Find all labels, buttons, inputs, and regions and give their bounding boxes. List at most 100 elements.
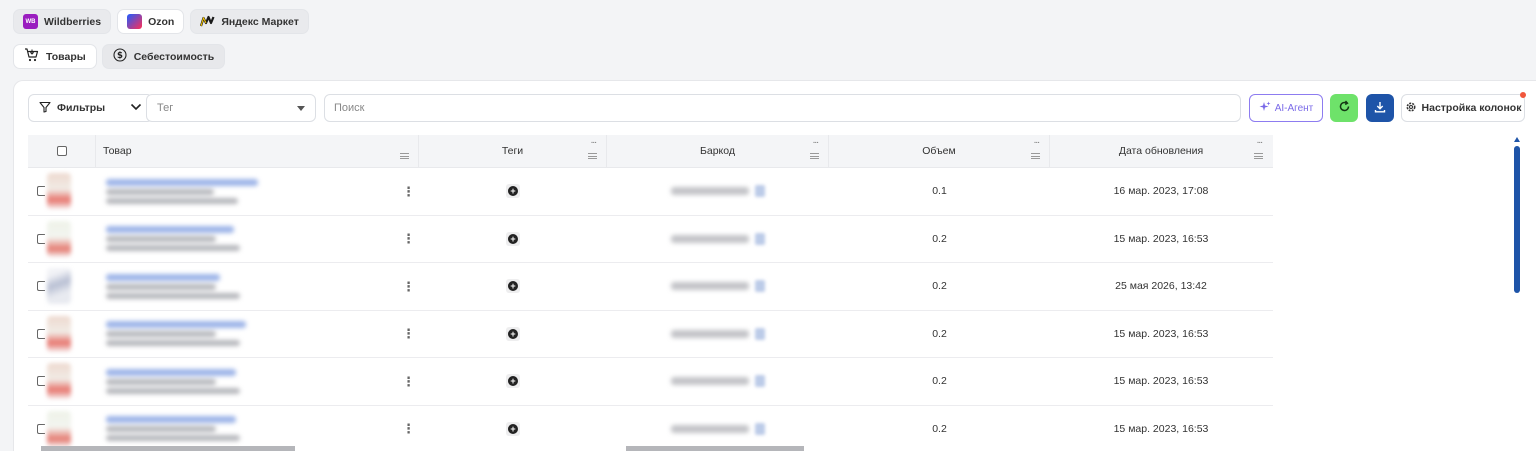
product-thumbnail[interactable] [47, 268, 71, 305]
volume-cell: 0.2 [932, 327, 947, 340]
column-header-tags[interactable]: Теги ... [419, 135, 607, 167]
copy-icon[interactable] [755, 375, 765, 388]
download-button[interactable] [1366, 94, 1394, 122]
column-menu-icon[interactable] [588, 153, 597, 159]
section-switcher: Товары $ Себестоимость [13, 44, 226, 69]
column-header-label: Баркод [699, 145, 736, 157]
tag-select[interactable]: Тег [146, 94, 316, 122]
column-header-updated[interactable]: Дата обновления ... [1050, 135, 1272, 167]
product-thumbnail[interactable] [47, 315, 71, 352]
row-menu-icon[interactable]: ⋮ [402, 185, 415, 198]
row-checkbox[interactable] [37, 186, 45, 197]
add-tag-button[interactable]: + [506, 421, 520, 436]
product-cell: ⋮ [96, 311, 419, 358]
column-header-product[interactable]: Товар [96, 135, 419, 167]
column-menu-icon[interactable] [810, 153, 819, 159]
copy-icon[interactable] [755, 232, 765, 245]
marketplace-label: Яндекс Маркет [221, 15, 299, 28]
search-input[interactable] [324, 94, 1241, 122]
product-info-blurred[interactable] [106, 226, 240, 252]
updated-cell: 15 мар. 2023, 16:53 [1113, 327, 1209, 340]
toolbar: Фильтры Тег AI-Агент [14, 81, 1536, 133]
table-row[interactable]: ⋮ + 0.2 15 мар. 2023, 16:53 [28, 405, 1273, 451]
copy-icon[interactable] [755, 327, 765, 340]
row-menu-icon[interactable]: ⋮ [402, 375, 415, 388]
download-icon [1374, 101, 1386, 116]
more-dots-icon[interactable]: ... [591, 135, 597, 146]
row-checkbox[interactable] [37, 328, 45, 339]
select-all-checkbox[interactable] [56, 146, 67, 156]
product-info-blurred[interactable] [106, 273, 240, 299]
plus-circle-icon: + [508, 281, 518, 292]
table-row[interactable]: ⋮ + 0.1 16 мар. 2023, 17:08 [28, 168, 1273, 216]
column-settings-button[interactable]: Настройка колонок [1401, 94, 1525, 122]
header-select-all [28, 135, 96, 167]
ai-agent-button[interactable]: AI-Агент [1249, 94, 1323, 122]
copy-icon[interactable] [755, 280, 765, 293]
row-menu-icon[interactable]: ⋮ [402, 232, 415, 245]
updated-cell: 15 мар. 2023, 16:53 [1113, 375, 1209, 388]
marketplace-ozon[interactable]: Ozon [117, 9, 185, 34]
product-info-blurred[interactable] [106, 416, 240, 442]
product-thumbnail[interactable] [47, 363, 71, 400]
column-menu-icon[interactable] [400, 153, 409, 159]
row-menu-icon[interactable]: ⋮ [402, 422, 415, 435]
barcode-cell [607, 406, 829, 451]
row-menu-icon[interactable]: ⋮ [402, 280, 415, 293]
updated-cell: 15 мар. 2023, 16:53 [1113, 232, 1209, 245]
column-header-barcode[interactable]: Баркод ... [607, 135, 829, 167]
refresh-button[interactable] [1330, 94, 1358, 122]
marketplace-yandex-market[interactable]: Яндекс Маркет [190, 9, 309, 34]
section-label: Себестоимость [133, 50, 215, 63]
add-tag-button[interactable]: + [506, 279, 520, 294]
row-menu-icon[interactable]: ⋮ [402, 327, 415, 340]
plus-circle-icon: + [508, 233, 518, 244]
section-label: Товары [46, 50, 86, 63]
barcode-cell [607, 216, 829, 263]
more-dots-icon[interactable]: ... [813, 135, 819, 146]
table-row[interactable]: ⋮ + 0.2 25 мая 2026, 13:42 [28, 263, 1273, 311]
vertical-scrollbar-thumb[interactable] [1514, 146, 1520, 293]
row-checkbox[interactable] [37, 423, 45, 434]
copy-icon[interactable] [755, 185, 765, 198]
add-tag-button[interactable]: + [506, 231, 520, 246]
product-thumbnail[interactable] [47, 173, 71, 210]
table-row[interactable]: ⋮ + 0.2 15 мар. 2023, 16:53 [28, 310, 1273, 358]
marketplace-wildberries[interactable]: WB Wildberries [13, 9, 112, 34]
add-tag-button[interactable]: + [506, 326, 520, 341]
table-row[interactable]: ⋮ + 0.2 15 мар. 2023, 16:53 [28, 215, 1273, 263]
product-info-blurred[interactable] [106, 321, 246, 347]
wildberries-logo-icon: WB [23, 14, 38, 29]
volume-cell: 0.1 [932, 185, 947, 198]
row-checkbox[interactable] [37, 376, 45, 387]
table-row[interactable]: ⋮ + 0.2 15 мар. 2023, 16:53 [28, 358, 1273, 406]
product-info-blurred[interactable] [106, 368, 240, 394]
column-menu-icon[interactable] [1031, 153, 1040, 159]
add-tag-button[interactable]: + [506, 184, 520, 199]
product-info-blurred[interactable] [106, 178, 258, 204]
scroll-up-arrow-icon[interactable] [1514, 137, 1520, 142]
more-dots-icon[interactable]: ... [1034, 135, 1040, 146]
horizontal-scrollbar-left[interactable] [41, 446, 295, 451]
cart-icon [24, 48, 39, 65]
tags-cell: + [419, 311, 607, 358]
row-checkbox[interactable] [37, 233, 45, 244]
column-menu-icon[interactable] [1254, 153, 1263, 159]
product-thumbnail[interactable] [47, 410, 71, 447]
add-tag-button[interactable]: + [506, 374, 520, 389]
barcode-cell [607, 168, 829, 215]
filters-button[interactable]: Фильтры [28, 94, 153, 122]
row-checkbox[interactable] [37, 281, 45, 292]
column-header-volume[interactable]: Объем ... [829, 135, 1050, 167]
more-dots-icon[interactable]: ... [1257, 135, 1263, 146]
horizontal-scrollbar-right[interactable] [626, 446, 804, 451]
section-cost-button[interactable]: $ Себестоимость [101, 44, 226, 69]
product-thumbnail[interactable] [47, 220, 71, 257]
product-cell: ⋮ [96, 406, 419, 451]
copy-icon[interactable] [755, 422, 765, 435]
yandex-market-logo-icon [200, 14, 215, 29]
marketplace-switcher: WB Wildberries Ozon Яндекс Маркет [13, 9, 309, 34]
table-header: Товар Теги ... Баркод ... Объем ... Дата… [28, 135, 1273, 168]
column-header-label: Товар [103, 145, 132, 157]
section-products-button[interactable]: Товары [13, 44, 97, 69]
